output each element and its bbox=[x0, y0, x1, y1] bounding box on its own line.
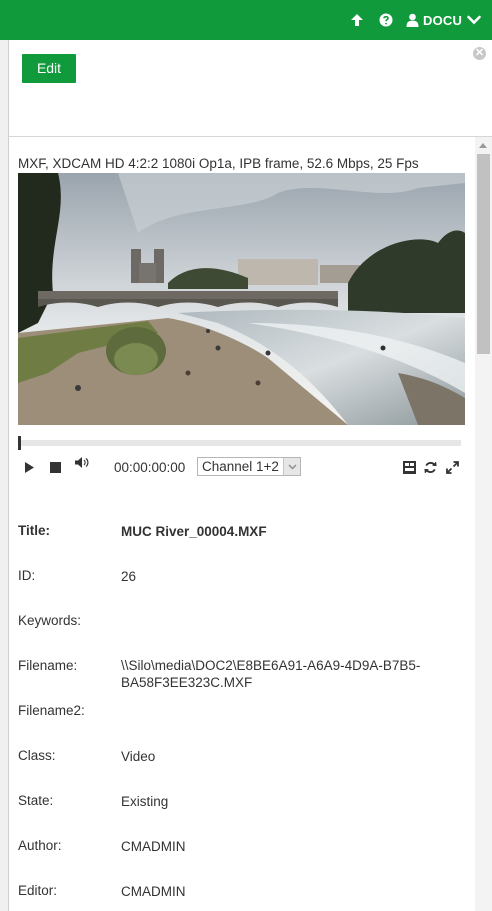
meta-label: Author: bbox=[18, 838, 62, 853]
meta-label: State: bbox=[18, 793, 54, 808]
edit-button[interactable]: Edit bbox=[22, 54, 76, 83]
fullscreen-icon bbox=[445, 460, 459, 474]
player-controls: 00:00:00:00 Channel 1+2 bbox=[18, 455, 465, 479]
meta-value: \\Silo\media\DOC2\E8BE6A91-A6A9-4D9A-B7B… bbox=[121, 658, 421, 690]
help-icon bbox=[379, 13, 393, 27]
media-format: MXF, XDCAM HD 4:2:2 1080i Op1a, IPB fram… bbox=[18, 156, 419, 171]
refresh-button[interactable] bbox=[423, 455, 437, 479]
meta-value: 26 bbox=[121, 569, 137, 584]
timecode: 00:00:00:00 bbox=[114, 460, 186, 475]
meta-value: Existing bbox=[121, 794, 169, 809]
meta-label: Filename2: bbox=[18, 703, 85, 718]
chevron-down-icon bbox=[467, 15, 481, 25]
meta-label: Filename: bbox=[18, 658, 78, 673]
arrow-up-icon bbox=[351, 14, 363, 26]
volume-icon bbox=[74, 456, 88, 468]
video-preview[interactable] bbox=[18, 173, 465, 425]
meta-value: CMADMIN bbox=[121, 884, 186, 899]
stop-icon bbox=[49, 461, 61, 473]
progress-handle[interactable] bbox=[18, 436, 21, 450]
meta-value: MUC River_00004.MXF bbox=[121, 524, 267, 539]
timecode-overlay-button[interactable] bbox=[402, 455, 416, 479]
media-details: MXF, XDCAM HD 4:2:2 1080i Op1a, IPB fram… bbox=[9, 137, 475, 911]
channel-value: Channel 1+2 bbox=[202, 459, 279, 474]
play-button[interactable] bbox=[23, 455, 35, 479]
upload-button[interactable] bbox=[350, 0, 364, 40]
play-icon bbox=[24, 461, 34, 473]
meta-label: Title: bbox=[18, 523, 51, 538]
help-button[interactable] bbox=[379, 0, 393, 40]
meta-label: Editor: bbox=[18, 883, 58, 898]
panel-header: Edit ✕ bbox=[9, 40, 492, 137]
user-icon bbox=[406, 13, 419, 27]
user-menu[interactable]: DOCU bbox=[406, 0, 481, 40]
left-splitter[interactable] bbox=[0, 40, 9, 911]
channel-select[interactable]: Channel 1+2 bbox=[197, 457, 301, 476]
meta-label: Keywords: bbox=[18, 613, 82, 628]
close-icon[interactable]: ✕ bbox=[473, 47, 486, 60]
details-scrollbar[interactable] bbox=[475, 137, 492, 911]
playback-progress-bar[interactable] bbox=[18, 436, 461, 450]
fullscreen-button[interactable] bbox=[445, 455, 459, 479]
volume-button[interactable] bbox=[74, 450, 90, 474]
meta-label: ID: bbox=[18, 568, 36, 583]
scroll-up-icon[interactable] bbox=[479, 143, 487, 148]
meta-value: CMADMIN bbox=[121, 839, 186, 854]
refresh-icon bbox=[423, 461, 437, 473]
stop-button[interactable] bbox=[49, 455, 61, 479]
meta-value: Video bbox=[121, 749, 156, 764]
chevron-down-icon bbox=[283, 458, 300, 475]
meta-label: Class: bbox=[18, 748, 56, 763]
user-name: DOCU bbox=[423, 12, 463, 28]
timecode-display-icon bbox=[402, 460, 416, 474]
top-bar: DOCU bbox=[0, 0, 492, 40]
scroll-thumb[interactable] bbox=[477, 154, 490, 354]
video-frame bbox=[18, 173, 465, 425]
